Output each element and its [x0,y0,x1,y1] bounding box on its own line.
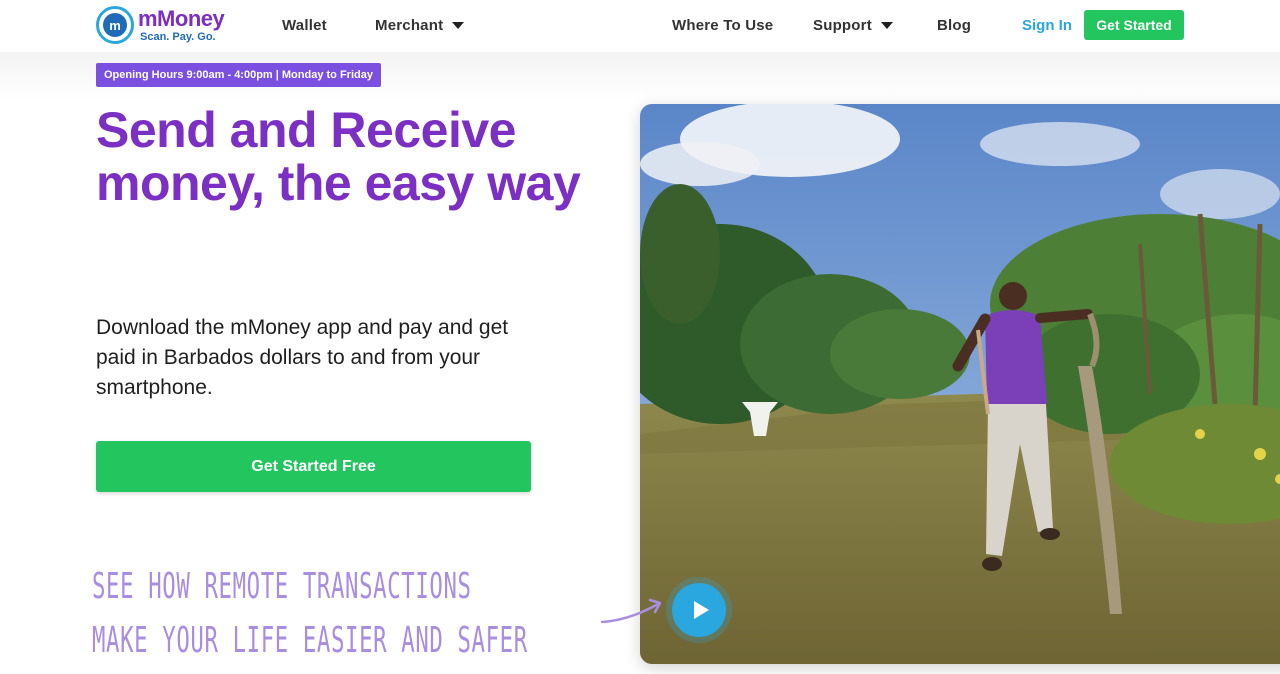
video-thumbnail [640,104,1280,664]
play-button[interactable] [672,583,726,637]
sign-in-link[interactable]: Sign In [1022,17,1072,34]
brand-logo[interactable]: m mMoney Scan. Pay. Go. [96,5,225,45]
get-started-button[interactable]: Get Started [1084,10,1184,40]
nav-blog[interactable]: Blog [937,17,971,34]
hero-headline: Send and Receive money, the easy way [96,102,581,211]
brand-name: mMoney [138,5,225,31]
arrow-icon [600,598,662,624]
nav-merchant[interactable]: Merchant [375,17,465,34]
video-caption-line-2: make your life easier and safer [92,620,528,661]
play-icon [693,601,709,619]
site-header: m mMoney Scan. Pay. Go. Wallet Merchant … [0,0,1280,52]
nav-support[interactable]: Support [813,17,893,34]
hero-subtext: Download the mMoney app and pay and get … [96,316,509,399]
get-started-free-button[interactable]: Get Started Free [96,441,531,492]
opening-hours-badge: Opening Hours 9:00am - 4:00pm | Monday t… [96,63,381,87]
video-caption: See how remote transactions make your li… [92,560,528,668]
chevron-down-icon [452,22,465,29]
brand-tagline: Scan. Pay. Go. [140,30,216,43]
nav-where-to-use[interactable]: Where To Use [672,17,773,34]
chevron-down-icon [880,22,893,29]
video-caption-line-1: See how remote transactions [92,566,472,607]
logo-icon: m [96,6,134,44]
nav-wallet[interactable]: Wallet [282,17,327,34]
promo-video[interactable] [640,104,1280,664]
